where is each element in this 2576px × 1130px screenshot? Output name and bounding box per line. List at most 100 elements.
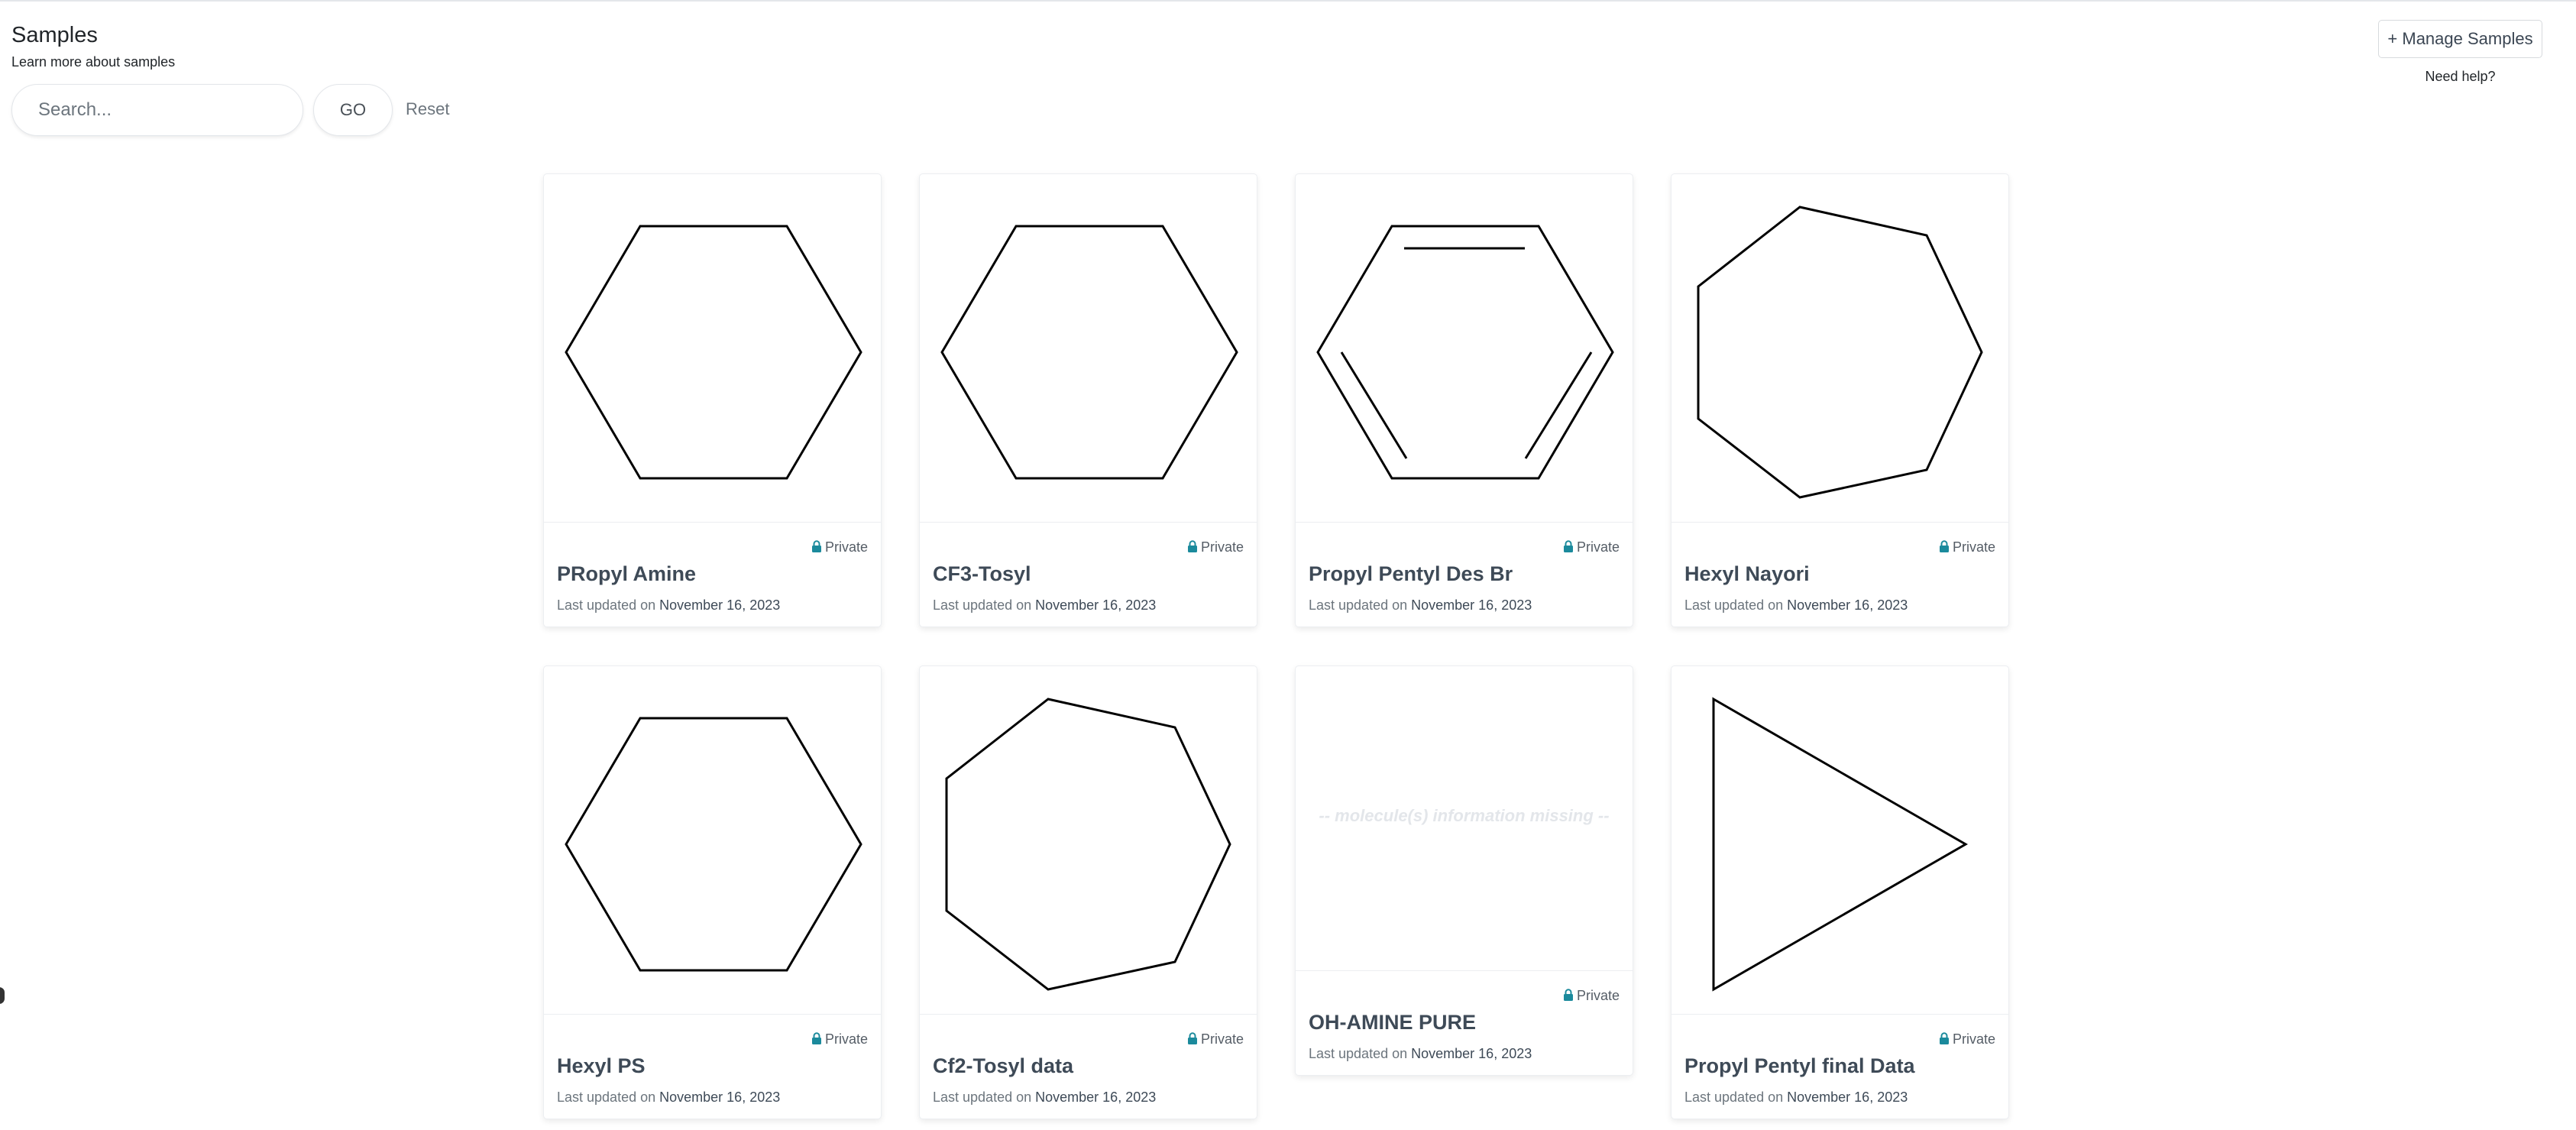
updated-prefix: Last updated on [557,597,656,613]
lock-icon [811,1032,822,1044]
sample-card[interactable]: Private Hexyl PS Last updated on November … [543,665,882,1119]
privacy-badge: Private [1187,539,1244,555]
card-body: Private Hexyl Nayori Last updated on Novem… [1671,523,2008,627]
molecule-structure [565,225,862,480]
structure-image[interactable] [544,666,881,1015]
updated-date: November 16, 2023 [1787,597,1908,613]
last-updated: Last updated on November 16, 2023 [933,597,1156,614]
lock-icon [1939,540,1950,552]
privacy-label: Private [1576,539,1620,555]
privacy-badge: Private [1187,1031,1244,1047]
molecule-structure [565,717,862,972]
reset-link[interactable]: Reset [406,99,449,119]
privacy-label: Private [824,539,868,555]
go-button[interactable]: GO [313,84,393,136]
card-body: Private Propyl Pentyl final Data Last upda… [1671,1015,2008,1119]
double-bond [1340,351,1408,459]
updated-date: November 16, 2023 [659,1090,781,1105]
last-updated: Last updated on November 16, 2023 [557,597,780,614]
scroll-handle[interactable] [0,987,5,1004]
sample-card[interactable]: Private PRopyl Amine Last updated on Novem… [543,173,882,627]
triangle-bonds [1712,697,1969,992]
sample-card[interactable]: Private CF3-Tosyl Last updated on November… [919,173,1257,627]
lock-icon [1187,1032,1198,1044]
sample-name[interactable]: Propyl Pentyl final Data [1684,1054,1915,1078]
privacy-label: Private [1576,988,1620,1003]
privacy-label: Private [824,1031,868,1047]
updated-prefix: Last updated on [933,1090,1032,1105]
privacy-label: Private [1200,1031,1244,1047]
card-body: Private Hexyl PS Last updated on November … [544,1015,881,1119]
sample-card[interactable]: Private Hexyl Nayori Last updated on Novem… [1671,173,2009,627]
sample-name[interactable]: Cf2-Tosyl data [933,1054,1073,1078]
privacy-badge: Private [811,1031,868,1047]
ring-bonds [1697,206,1983,499]
page-title: Samples [11,23,98,47]
updated-prefix: Last updated on [557,1090,656,1105]
structure-image[interactable] [920,666,1257,1015]
sample-name[interactable]: Propyl Pentyl Des Br [1309,562,1513,586]
structure-image[interactable] [1671,666,2008,1015]
last-updated: Last updated on November 16, 2023 [557,1090,780,1106]
ring-bonds [1316,225,1614,480]
lock-icon [1939,1032,1950,1044]
last-updated: Last updated on November 16, 2023 [1309,597,1532,614]
sample-card[interactable]: -- molecule(s) information missing -- Pri… [1295,665,1633,1076]
last-updated: Last updated on November 16, 2023 [1684,1090,1908,1106]
sample-name[interactable]: CF3-Tosyl [933,562,1031,586]
structure-image[interactable] [544,174,881,523]
need-help-link[interactable]: Need help? [2378,69,2542,85]
privacy-label: Private [1952,539,1995,555]
ring-bonds [565,717,862,972]
structure-image[interactable] [920,174,1257,523]
privacy-badge: Private [1563,988,1620,1004]
privacy-badge: Private [1939,539,1995,555]
ring-bonds [945,698,1231,991]
structure-image[interactable] [1296,174,1633,523]
search-input[interactable] [11,84,303,136]
updated-prefix: Last updated on [1309,1046,1408,1061]
updated-date: November 16, 2023 [659,597,781,613]
sample-card[interactable]: Private Cf2-Tosyl data Last updated on Nov… [919,665,1257,1119]
privacy-badge: Private [1563,539,1620,555]
sample-name[interactable]: PRopyl Amine [557,562,696,586]
privacy-label: Private [1952,1031,1995,1047]
missing-structure-text: -- molecule(s) information missing -- [1319,806,1610,825]
updated-prefix: Last updated on [1684,597,1784,613]
lock-icon [1563,989,1574,1001]
structure-image[interactable]: -- molecule(s) information missing -- [1296,666,1633,971]
sample-name[interactable]: Hexyl Nayori [1684,562,1810,586]
card-body: Private Cf2-Tosyl data Last updated on Nov… [920,1015,1257,1119]
sample-name[interactable]: OH-AMINE PURE [1309,1011,1476,1034]
molecule-structure [1316,225,1614,480]
learn-more-link[interactable]: Learn more about samples [11,54,175,70]
lock-icon [1187,540,1198,552]
updated-date: November 16, 2023 [1035,1090,1157,1105]
sample-card[interactable]: Private Propyl Pentyl Des Br Last updated … [1295,173,1633,627]
privacy-badge: Private [1939,1031,1995,1047]
manage-samples-button[interactable]: + Manage Samples [2378,20,2542,58]
sample-name[interactable]: Hexyl PS [557,1054,646,1078]
structure-image[interactable] [1671,174,2008,523]
privacy-badge: Private [811,539,868,555]
updated-prefix: Last updated on [1309,597,1408,613]
top-divider [0,0,2576,2]
updated-date: November 16, 2023 [1787,1090,1908,1105]
last-updated: Last updated on November 16, 2023 [933,1090,1156,1106]
card-body: Private OH-AMINE PURE Last updated on Nove… [1296,971,1633,1075]
last-updated: Last updated on November 16, 2023 [1309,1046,1532,1062]
ring-bonds [565,225,862,480]
updated-date: November 16, 2023 [1035,597,1157,613]
sample-card[interactable]: Private Propyl Pentyl final Data Last upda… [1671,665,2009,1119]
card-body: Private PRopyl Amine Last updated on Novem… [544,523,881,627]
molecule-structure [945,698,1231,991]
lock-icon [1563,540,1574,552]
molecule-structure [940,225,1238,480]
updated-date: November 16, 2023 [1411,597,1532,613]
privacy-label: Private [1200,539,1244,555]
updated-prefix: Last updated on [933,597,1032,613]
card-body: Private CF3-Tosyl Last updated on November… [920,523,1257,627]
updated-prefix: Last updated on [1684,1090,1784,1105]
updated-date: November 16, 2023 [1411,1046,1532,1061]
card-body: Private Propyl Pentyl Des Br Last updated … [1296,523,1633,627]
